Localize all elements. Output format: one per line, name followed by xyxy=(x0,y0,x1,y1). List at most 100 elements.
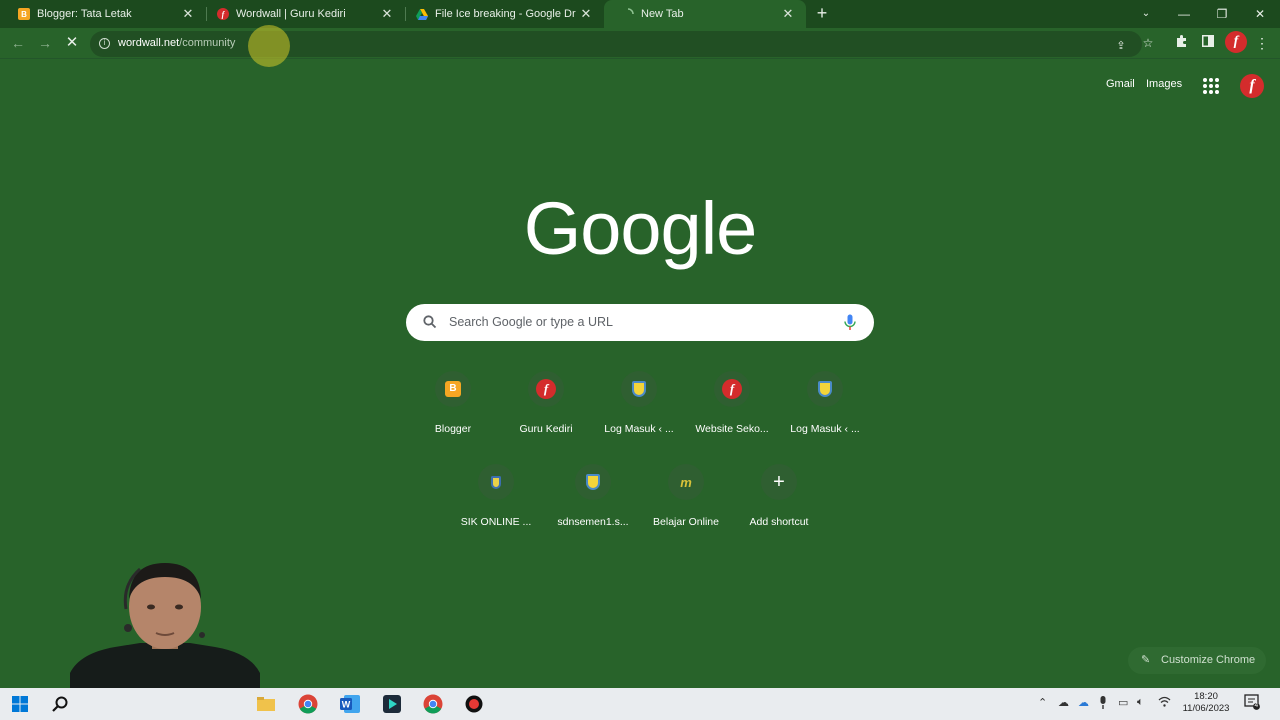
school-shield-icon xyxy=(491,475,501,489)
restore-icon[interactable]: ❐ xyxy=(1212,4,1232,24)
add-shortcut-button[interactable]: + Add shortcut xyxy=(734,464,824,544)
blogger-icon: B xyxy=(445,381,461,397)
word-icon[interactable]: W xyxy=(338,692,362,716)
onedrive-icon[interactable]: ☁ xyxy=(1058,696,1069,709)
windows-start-icon[interactable] xyxy=(8,692,32,716)
onedrive-sync-icon[interactable]: ☁ xyxy=(1078,696,1089,709)
customize-chrome-button[interactable]: ✎ Customize Chrome xyxy=(1128,647,1266,674)
webcam-overlay xyxy=(70,563,260,690)
tab-title: New Tab xyxy=(641,8,684,20)
shortcut-tile[interactable]: m Belajar Online xyxy=(641,464,731,544)
extensions-puzzle-icon[interactable] xyxy=(1172,34,1190,52)
loading-spinner-icon xyxy=(622,8,634,20)
volume-icon[interactable]: 🔈︎ xyxy=(1137,696,1144,709)
shortcut-tile[interactable]: f Website Seko... xyxy=(687,371,777,451)
clock-time: 18:20 xyxy=(1194,691,1218,702)
window-close-icon[interactable]: ✕ xyxy=(1250,4,1270,24)
minimize-icon[interactable]: — xyxy=(1174,4,1194,24)
video-editor-icon[interactable] xyxy=(380,692,404,716)
shortcut-label: Belajar Online xyxy=(653,516,719,528)
wordwall-icon: f xyxy=(217,8,229,20)
shortcut-icon-bg: f xyxy=(714,371,750,407)
plus-icon: + xyxy=(773,471,785,493)
tray-chevron-icon[interactable]: ⌃ xyxy=(1038,696,1047,709)
shortcut-label: Log Masuk ‹ ... xyxy=(790,423,860,435)
notification-count: 4 xyxy=(1254,702,1259,709)
tab-search-chevron-icon[interactable]: ⌄ xyxy=(1136,4,1156,24)
battery-icon[interactable]: ▭ xyxy=(1118,696,1128,709)
back-arrow-icon[interactable]: ← xyxy=(8,33,28,53)
new-tab-button[interactable]: + xyxy=(812,4,832,24)
shortcut-icon-bg: m xyxy=(668,464,704,500)
shortcut-icon-bg: B xyxy=(435,371,471,407)
search-placeholder: Search Google or type a URL xyxy=(449,315,613,329)
shortcut-tile[interactable]: Log Masuk ‹ ... xyxy=(594,371,684,451)
tab-blogger[interactable]: B Blogger: Tata Letak ✕ xyxy=(0,0,206,28)
pencil-icon: ✎ xyxy=(1141,654,1151,666)
search-icon xyxy=(423,315,437,334)
search-box[interactable]: Search Google or type a URL xyxy=(406,304,874,341)
tab-google-drive[interactable]: File Ice breaking - Google Drive ✕ xyxy=(398,0,604,28)
shortcut-tile[interactable]: f Guru Kediri xyxy=(501,371,591,451)
url-text[interactable]: wordwall.net/community xyxy=(118,37,235,49)
shortcut-tile[interactable]: SIK ONLINE ... xyxy=(451,464,541,544)
account-avatar[interactable]: f xyxy=(1240,74,1264,98)
stop-loading-icon[interactable]: ✕ xyxy=(62,33,82,53)
close-icon[interactable]: ✕ xyxy=(178,6,198,22)
images-link[interactable]: Images xyxy=(1146,78,1182,90)
side-panel-icon[interactable] xyxy=(1199,34,1217,52)
close-icon[interactable]: ✕ xyxy=(778,6,798,22)
shortcut-tile[interactable]: sdnsemen1.s... xyxy=(548,464,638,544)
chrome-taskbar-icon-2[interactable] xyxy=(421,692,445,716)
wordwall-icon: f xyxy=(536,379,556,399)
file-explorer-icon[interactable] xyxy=(254,692,278,716)
site-info-icon[interactable]: i xyxy=(99,38,110,49)
shortcut-label: SIK ONLINE ... xyxy=(460,516,532,528)
google-logo: Google xyxy=(523,187,758,270)
wordwall-icon: f xyxy=(722,379,742,399)
school-shield-icon xyxy=(586,474,600,490)
tab-strip: B Blogger: Tata Letak ✕ f Wordwall | Gur… xyxy=(0,0,1280,28)
chrome-taskbar-icon[interactable] xyxy=(296,692,320,716)
shortcut-label: sdnsemen1.s... xyxy=(557,516,629,528)
customize-label: Customize Chrome xyxy=(1161,654,1256,666)
microphone-icon[interactable] xyxy=(844,314,856,336)
screen-recorder-icon[interactable] xyxy=(462,692,486,716)
blogger-icon: B xyxy=(18,8,30,20)
shortcut-tile[interactable]: Log Masuk ‹ ... xyxy=(780,371,870,451)
forward-arrow-icon[interactable]: → xyxy=(35,33,55,53)
tab-title: Wordwall | Guru Kediri xyxy=(236,8,346,20)
close-icon[interactable]: ✕ xyxy=(576,6,596,22)
taskbar-search-icon[interactable] xyxy=(48,692,72,716)
taskbar-clock[interactable]: 18:20 11/06/2023 xyxy=(1176,691,1236,715)
tab-title: Blogger: Tata Letak xyxy=(37,8,132,20)
shortcut-icon-bg: + xyxy=(761,464,797,500)
shortcut-label: Add shortcut xyxy=(749,516,809,528)
svg-text:W: W xyxy=(342,700,351,710)
browser-toolbar: ← → ✕ i wordwall.net/community ⇪ ☆ f ⋮ xyxy=(0,28,1280,59)
tab-title: File Ice breaking - Google Drive xyxy=(435,8,576,20)
shortcut-tile[interactable]: B Blogger xyxy=(408,371,498,451)
windows-taskbar: W ⌃ ☁ ☁ ▭ 🔈︎ 4 xyxy=(0,688,1280,720)
tab-wordwall[interactable]: f Wordwall | Guru Kediri ✕ xyxy=(199,0,405,28)
notification-center-icon[interactable]: 4 xyxy=(1244,694,1260,713)
shortcut-icon-bg xyxy=(575,464,611,500)
shortcut-icon-bg: f xyxy=(528,371,564,407)
gmail-link[interactable]: Gmail xyxy=(1106,78,1135,90)
tab-new-tab[interactable]: New Tab ✕ xyxy=(604,0,806,28)
url-host: wordwall.net xyxy=(118,37,180,49)
shortcut-label: Website Seko... xyxy=(695,423,769,435)
shortcut-icon-bg xyxy=(478,464,514,500)
bookmark-star-icon[interactable]: ☆ xyxy=(1139,34,1157,52)
close-icon[interactable]: ✕ xyxy=(377,6,397,22)
clock-date: 11/06/2023 xyxy=(1182,703,1230,714)
mic-tray-icon[interactable] xyxy=(1099,696,1107,712)
share-icon[interactable]: ⇪ xyxy=(1112,37,1130,55)
google-apps-icon[interactable] xyxy=(1203,78,1219,94)
profile-avatar[interactable]: f xyxy=(1225,31,1247,53)
m-logo-icon: m xyxy=(680,474,692,490)
kebab-menu-icon[interactable]: ⋮ xyxy=(1253,34,1271,52)
wifi-icon[interactable] xyxy=(1158,696,1171,710)
google-drive-icon xyxy=(416,8,428,20)
school-shield-icon xyxy=(818,381,832,397)
